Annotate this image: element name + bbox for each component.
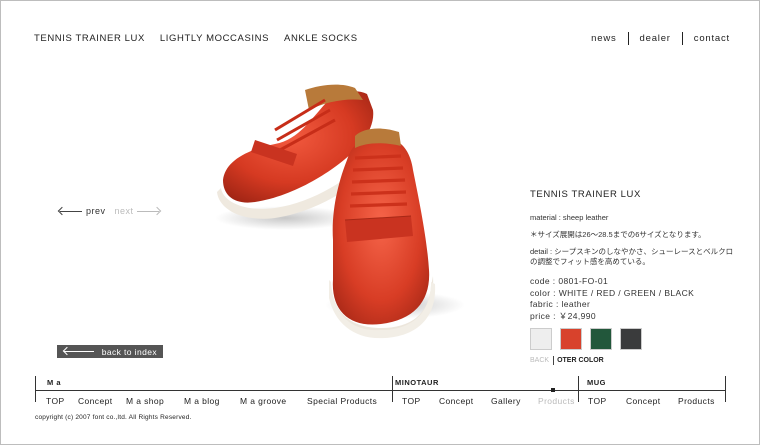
footer-minotaur-products[interactable]: Products [538, 396, 575, 406]
footer-divider [725, 376, 726, 402]
footer-ma-top[interactable]: TOP [46, 396, 65, 406]
nav-tennis-trainer-lux[interactable]: TENNIS TRAINER LUX [34, 33, 145, 44]
prev-arrow-icon[interactable] [60, 210, 82, 212]
site-nav: news dealer contact [580, 32, 730, 45]
footer-minotaur-gallery[interactable]: Gallery [491, 396, 521, 406]
footer-nav: M a TOP Concept M a shop M a blog M a gr… [35, 376, 726, 406]
back-to-index-button[interactable]: back to index [57, 345, 163, 358]
footer-ma-shop[interactable]: M a shop [126, 396, 164, 406]
product-detail: detail : シープスキンのしなやかさ、シューレースとベルクロの調整でフィッ… [530, 247, 734, 266]
footer-minotaur-top[interactable]: TOP [402, 396, 421, 406]
footer-divider [35, 376, 36, 402]
product-price: price : ￥24,990 [530, 310, 597, 321]
footer-ma-blog[interactable]: M a blog [184, 396, 220, 406]
back-arrow-icon [64, 351, 94, 352]
nav-lightly-moccasins[interactable]: LIGHTLY MOCCASINS [160, 33, 269, 44]
product-material: material : sheep leather [530, 213, 609, 222]
product-title: TENNIS TRAINER LUX [530, 189, 641, 200]
back-to-index-label: back to index [101, 346, 157, 357]
footer-minotaur-concept[interactable]: Concept [439, 396, 473, 406]
product-code: code : 0801-FO-01 [530, 276, 609, 286]
product-nav: TENNIS TRAINER LUX LIGHTLY MOCCASINS ANK… [34, 33, 358, 44]
product-color: color : WHITE / RED / GREEN / BLACK [530, 287, 695, 298]
color-back-link[interactable]: BACK [530, 357, 553, 364]
footer-ma-special-products[interactable]: Special Products [307, 396, 377, 406]
swatch-green[interactable] [590, 328, 612, 350]
footer-divider [392, 376, 393, 402]
pager: prev next [60, 206, 159, 216]
nav-news[interactable]: news [580, 33, 627, 44]
color-links: BACK OTER COLOR [530, 356, 604, 365]
footer-mug-products[interactable]: Products [678, 396, 715, 406]
next-arrow-icon[interactable] [136, 210, 159, 212]
active-indicator-icon [551, 388, 555, 392]
product-info: TENNIS TRAINER LUX material : sheep leat… [530, 189, 740, 322]
footer-rule [35, 390, 726, 391]
footer-ma-groove[interactable]: M a groove [240, 396, 287, 406]
nav-contact[interactable]: contact [683, 33, 730, 44]
product-specs: code : 0801-FO-01 color : WHITE / RED / … [530, 276, 740, 322]
other-color-link[interactable]: OTER COLOR [554, 357, 604, 364]
footer-mug-top[interactable]: TOP [588, 396, 607, 406]
footer-ma-concept[interactable]: Concept [78, 396, 112, 406]
footer-divider [578, 376, 579, 402]
next-link[interactable]: next [115, 206, 134, 216]
footer-mug-concept[interactable]: Concept [626, 396, 660, 406]
swatch-white[interactable] [530, 328, 552, 350]
prev-link[interactable]: prev [86, 206, 106, 216]
footer-heading-mug: MUG [587, 378, 606, 387]
color-swatches [530, 328, 642, 350]
product-size-note: ＊サイズ展開は26〜28.5までの6サイズとなります。 [530, 230, 706, 239]
swatch-black[interactable] [620, 328, 642, 350]
nav-dealer[interactable]: dealer [629, 33, 682, 44]
copyright-text: copyright (c) 2007 font co.,ltd. All Rig… [35, 414, 192, 421]
nav-ankle-socks[interactable]: ANKLE SOCKS [284, 33, 358, 44]
footer-heading-ma: M a [47, 378, 62, 387]
footer-heading-minotaur: MINOTAUR [395, 378, 439, 387]
product-fabric: fabric : leather [530, 299, 591, 309]
swatch-red[interactable] [560, 328, 582, 350]
product-photo [215, 84, 465, 339]
